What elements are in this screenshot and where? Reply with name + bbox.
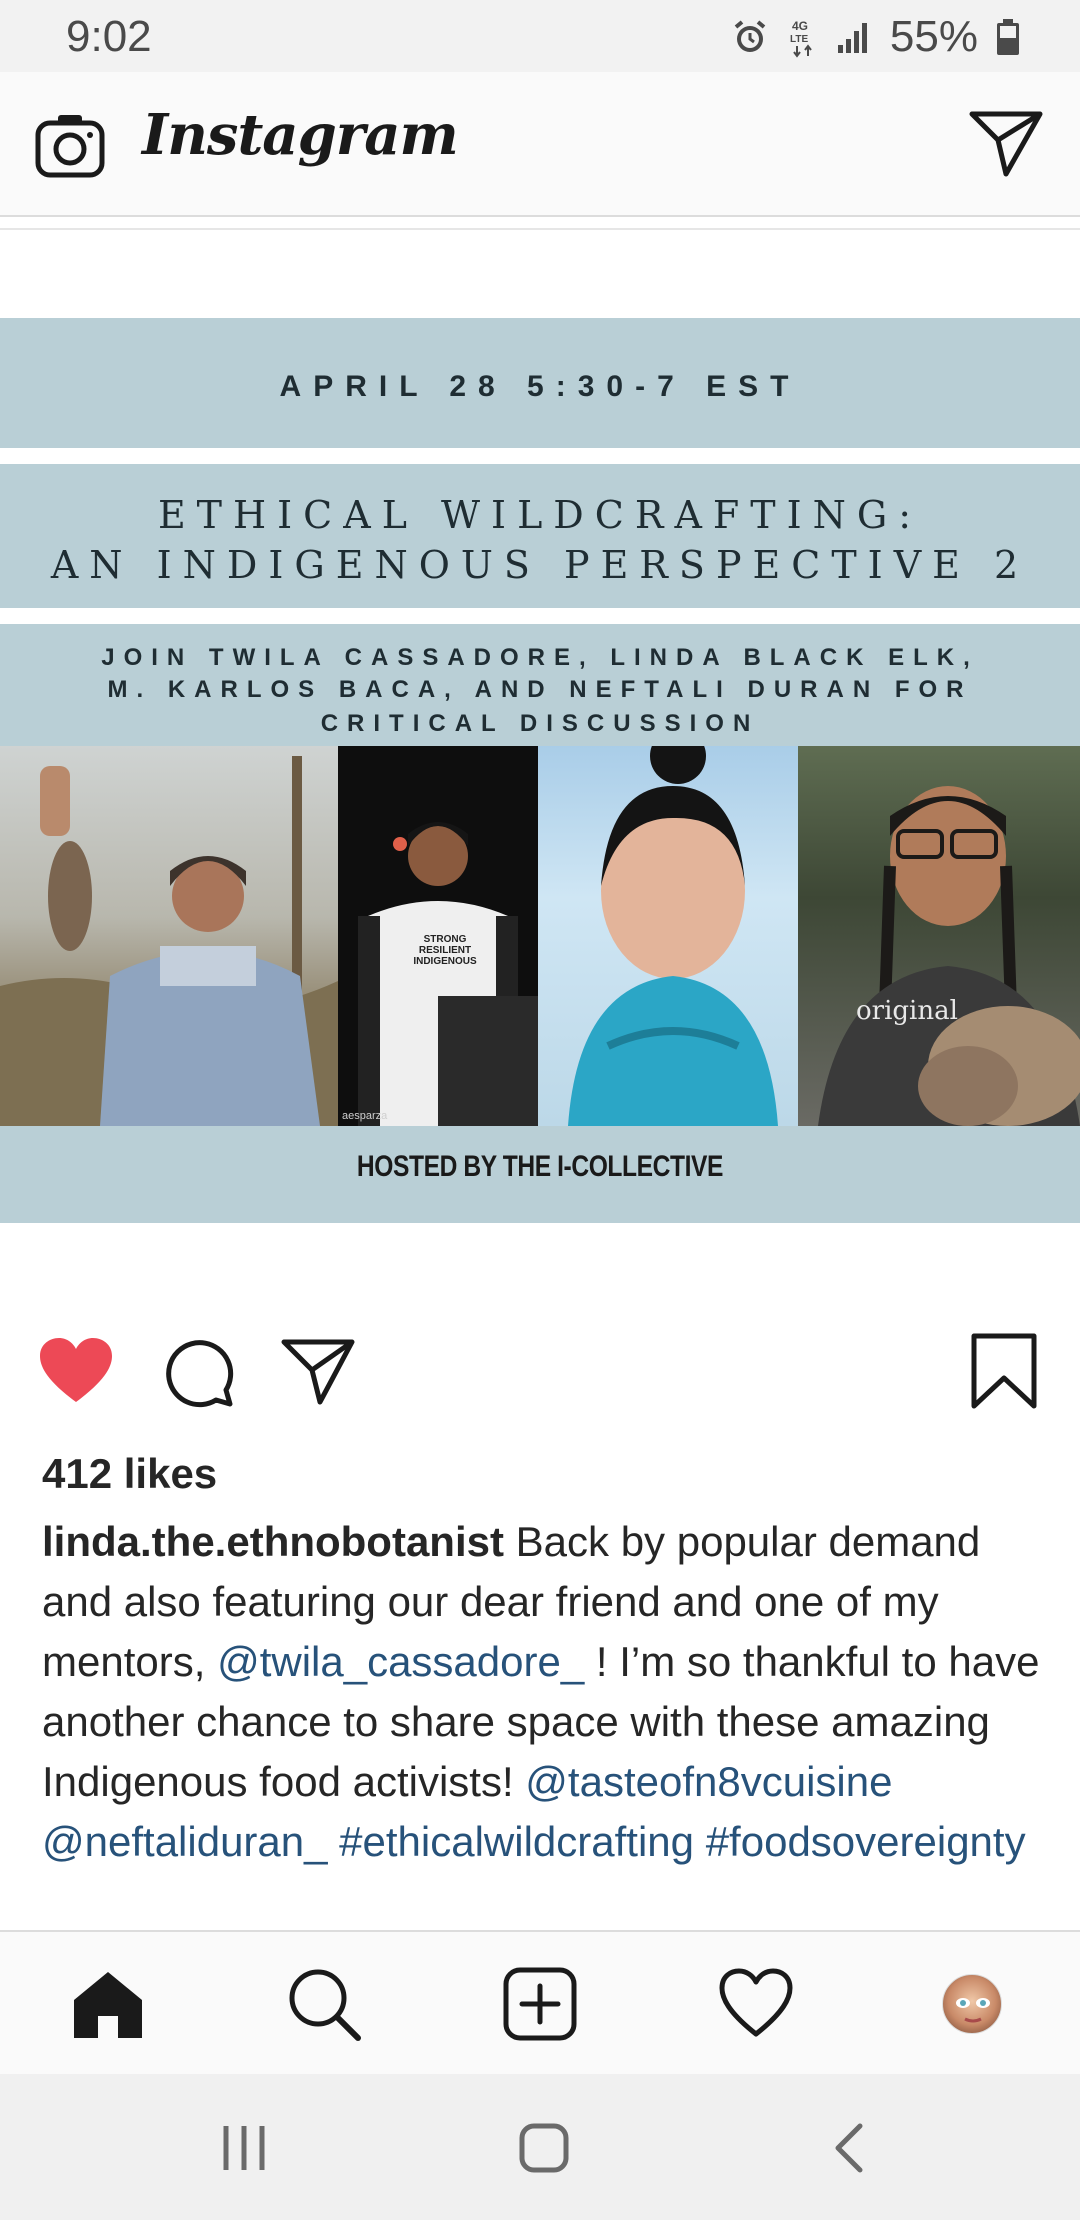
- shirt-text: STRONG RESILIENT INDIGENOUS: [413, 934, 477, 967]
- mention-link[interactable]: @twila_cassadore_: [217, 1638, 584, 1685]
- post-image[interactable]: APRIL 28 5:30-7 EST ETHICAL WILDCRAFTING…: [0, 318, 1080, 1223]
- brush-stroke-divider: [0, 448, 1080, 464]
- mention-link[interactable]: @neftaliduran_: [42, 1818, 328, 1865]
- recent-apps-button[interactable]: [214, 2120, 274, 2176]
- nav-search[interactable]: [284, 1964, 364, 2044]
- back-icon: [835, 2123, 863, 2173]
- home-circle-icon: [519, 2123, 569, 2173]
- share-button[interactable]: [278, 1332, 358, 1412]
- app-header: Instagram: [0, 72, 1080, 217]
- profile-avatar[interactable]: [942, 1974, 1002, 2034]
- alarm-icon: [730, 17, 770, 57]
- heart-icon: [40, 1338, 112, 1402]
- comment-button[interactable]: [158, 1332, 238, 1412]
- battery-icon: [996, 17, 1020, 57]
- share-icon: [281, 1339, 355, 1405]
- post-image-subtitle-line-1: JOIN TWILA CASSADORE, LINDA BLACK ELK,: [101, 644, 979, 671]
- post-image-title-line-1: ETHICAL WILDCRAFTING:: [157, 493, 923, 537]
- system-nav-bar: [0, 2074, 1080, 2220]
- status-icons: 4G LTE 55%: [730, 12, 1020, 62]
- add-post-icon: [503, 1967, 577, 2041]
- direct-messages-button[interactable]: [968, 108, 1044, 180]
- caption-username[interactable]: linda.the.ethnobotanist: [42, 1518, 504, 1565]
- hashtag-link[interactable]: #foodsovereignty: [706, 1818, 1026, 1865]
- speaker-photos: STRONG RESILIENT INDIGENOUS aesparza ori…: [0, 746, 1080, 1126]
- mention-link[interactable]: @tasteofn8vcuisine: [525, 1758, 892, 1805]
- nav-new-post[interactable]: [500, 1964, 580, 2044]
- recent-apps-icon: [223, 2126, 265, 2170]
- post-image-date: APRIL 28 5:30-7 EST: [279, 370, 801, 403]
- divider: [0, 228, 1080, 230]
- speaker-photo-4: original: [798, 746, 1080, 1126]
- post-image-title-line-2: AN INDIGENOUS PERSPECTIVE 2: [50, 543, 1030, 587]
- status-time: 9:02: [66, 12, 152, 61]
- bookmark-icon: [971, 1333, 1037, 1409]
- system-home-button[interactable]: [514, 2120, 574, 2176]
- svg-text:4G: 4G: [792, 19, 808, 33]
- instagram-logo: Instagram: [142, 102, 459, 168]
- speaker-photo-3: [538, 746, 798, 1126]
- search-icon: [289, 1969, 361, 2041]
- camera-icon: [35, 115, 105, 178]
- like-button[interactable]: [36, 1332, 116, 1412]
- speaker-photo-2: STRONG RESILIENT INDIGENOUS aesparza: [338, 746, 538, 1126]
- bookmark-button[interactable]: [964, 1332, 1044, 1412]
- camera-button[interactable]: [34, 109, 106, 181]
- post-image-host: HOSTED BY THE I-COLLECTIVE: [356, 1150, 724, 1183]
- nav-activity[interactable]: [716, 1964, 796, 2044]
- activity-heart-icon: [719, 1968, 793, 2037]
- post-image-subtitle-line-2: M. KARLOS BACA, AND NEFTALI DURAN FOR: [107, 676, 973, 703]
- post-image-subtitle-line-3: CRITICAL DISCUSSION: [320, 710, 760, 737]
- home-icon: [74, 1972, 142, 2038]
- photo-watermark: aesparza: [342, 1110, 388, 1122]
- status-bar: 9:02 4G LTE 55%: [0, 0, 1080, 72]
- post-caption: linda.the.ethnobotanist Back by popular …: [42, 1512, 1042, 1872]
- shirt-text: original: [856, 996, 958, 1026]
- battery-percent: 55%: [889, 12, 978, 61]
- bottom-nav: [0, 1930, 1080, 2074]
- brush-stroke-divider: [0, 608, 1080, 624]
- post-actions: [0, 1330, 1080, 1420]
- back-button[interactable]: [820, 2120, 880, 2176]
- signal-icon: [836, 19, 872, 55]
- likes-count[interactable]: 412 likes: [42, 1450, 217, 1498]
- speaker-photo-1: [0, 746, 338, 1126]
- svg-text:LTE: LTE: [790, 34, 808, 45]
- comment-icon: [166, 1340, 234, 1408]
- paper-plane-icon: [969, 111, 1043, 177]
- nav-home[interactable]: [68, 1964, 148, 2044]
- lte-icon: 4G LTE: [788, 16, 818, 58]
- hashtag-link[interactable]: #ethicalwildcrafting: [339, 1818, 694, 1865]
